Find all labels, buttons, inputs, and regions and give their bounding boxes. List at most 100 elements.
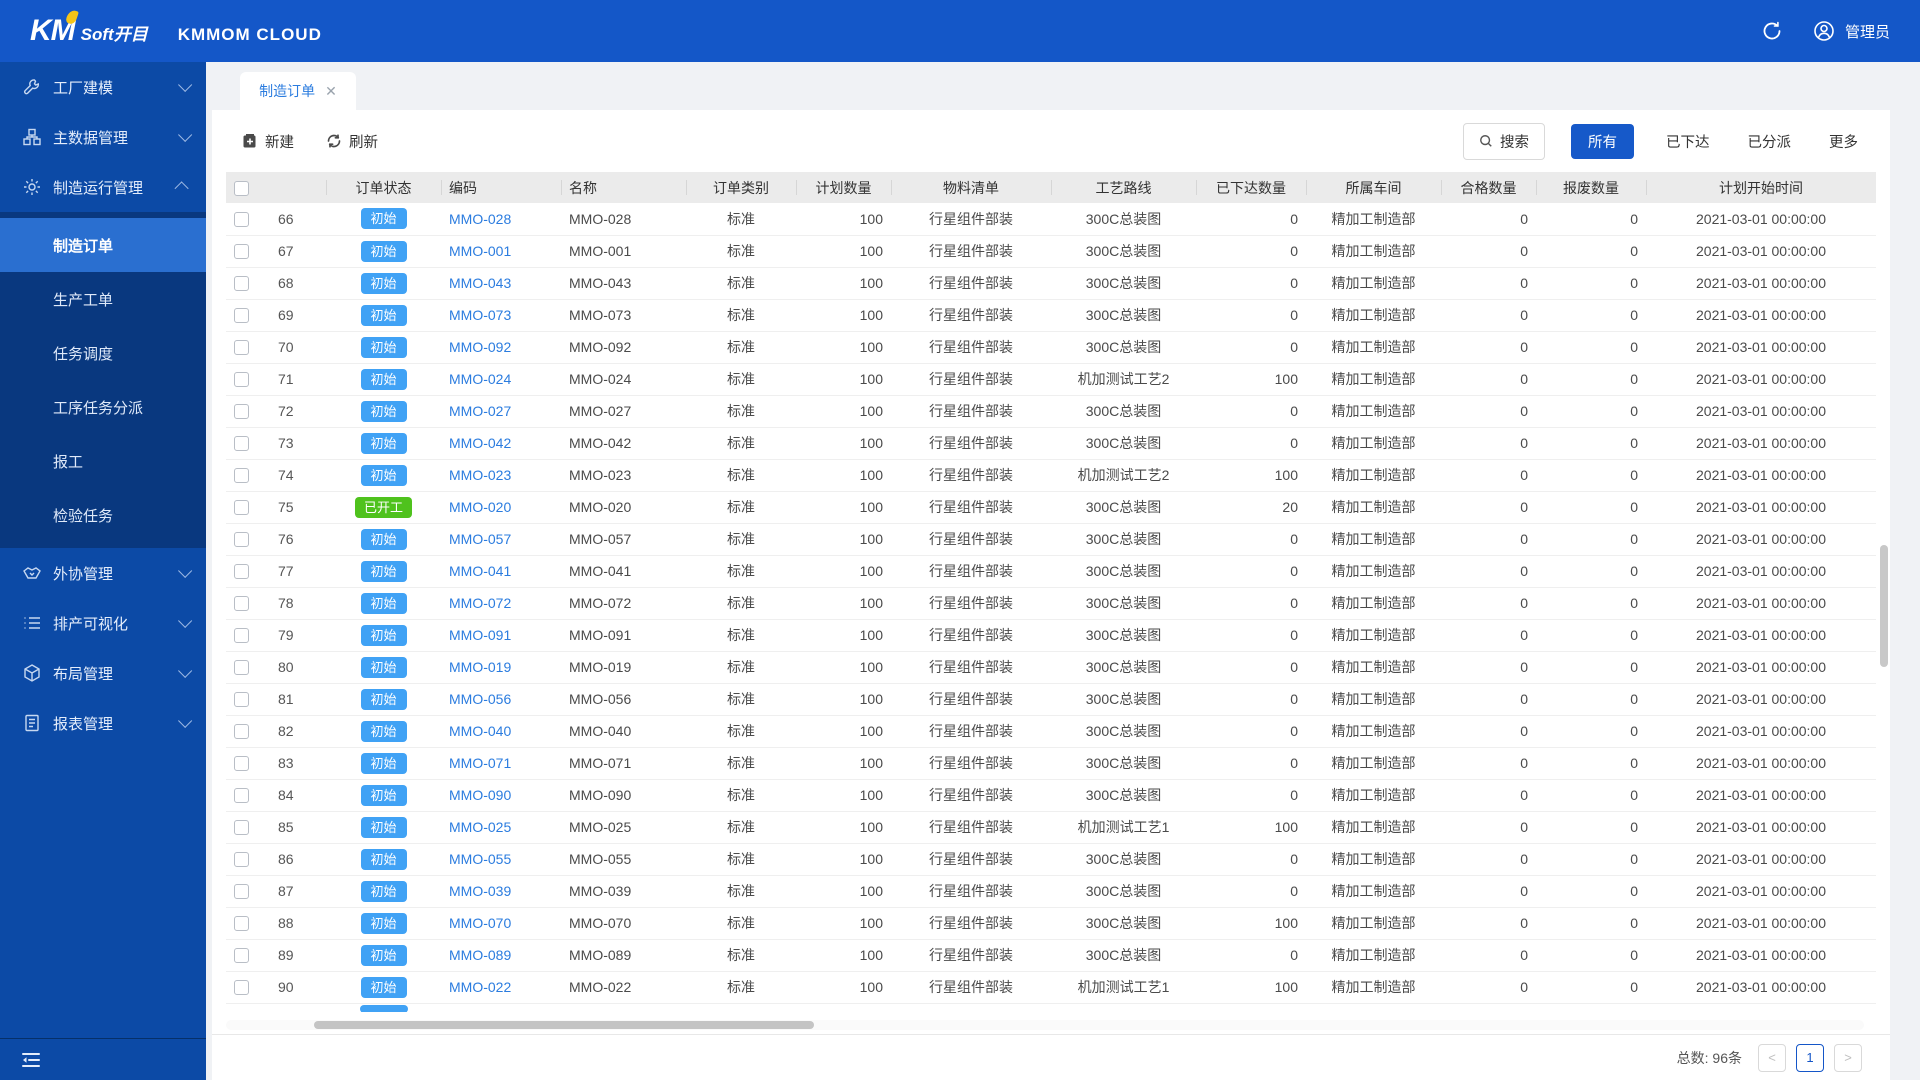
close-icon[interactable]: ✕ — [325, 83, 337, 100]
row-checkbox[interactable] — [234, 916, 249, 931]
search-button[interactable]: 搜索 — [1463, 123, 1545, 160]
order-code-link[interactable]: MMO-055 — [449, 851, 511, 867]
cell-start_time: 2021-03-01 00:00:00 — [1646, 587, 1876, 619]
cell-code: MMO-043 — [441, 267, 561, 299]
select-all-checkbox[interactable] — [234, 181, 249, 196]
row-checkbox[interactable] — [234, 276, 249, 291]
row-checkbox[interactable] — [234, 884, 249, 899]
next-page-button[interactable]: > — [1834, 1044, 1862, 1072]
order-code-link[interactable]: MMO-024 — [449, 371, 511, 387]
order-code-link[interactable]: MMO-056 — [449, 691, 511, 707]
column-header-bom: 物料清单 — [891, 172, 1051, 203]
cell-name: MMO-039 — [561, 875, 686, 907]
row-index: 84 — [270, 779, 326, 811]
sidebar-item-layout-mgmt[interactable]: 布局管理 — [0, 648, 206, 698]
row-checkbox[interactable] — [234, 244, 249, 259]
sidebar-item-factory-modeling[interactable]: 工厂建模 — [0, 62, 206, 112]
sidebar-subitem[interactable]: 生产工单 — [0, 272, 206, 326]
cell-plan_qty: 100 — [796, 619, 891, 651]
tab-manufacturing-orders[interactable]: 制造订单 ✕ — [240, 72, 356, 110]
status-badge: 初始 — [361, 433, 407, 454]
order-code-link[interactable]: MMO-073 — [449, 307, 511, 323]
cell-start_time: 2021-03-01 00:00:00 — [1646, 971, 1876, 1003]
order-code-link[interactable]: MMO-072 — [449, 595, 511, 611]
refresh-list-button[interactable]: 刷新 — [326, 131, 378, 152]
cell-code: MMO-089 — [441, 939, 561, 971]
row-checkbox[interactable] — [234, 980, 249, 995]
order-code-link[interactable]: MMO-071 — [449, 755, 511, 771]
cell-name: MMO-043 — [561, 267, 686, 299]
row-checkbox[interactable] — [234, 340, 249, 355]
cell-name: MMO-020 — [561, 491, 686, 523]
row-checkbox[interactable] — [234, 436, 249, 451]
row-checkbox[interactable] — [234, 660, 249, 675]
row-checkbox[interactable] — [234, 404, 249, 419]
row-checkbox[interactable] — [234, 756, 249, 771]
sidebar-subitem[interactable]: 制造订单 — [0, 218, 206, 272]
sidebar-subitem[interactable]: 报工 — [0, 434, 206, 488]
sidebar-subitem[interactable]: 任务调度 — [0, 326, 206, 380]
row-checkbox[interactable] — [234, 372, 249, 387]
row-checkbox[interactable] — [234, 948, 249, 963]
cell-status: 初始 — [326, 715, 441, 747]
sidebar-item-outsourcing[interactable]: 外协管理 — [0, 548, 206, 598]
status-badge: 初始 — [361, 753, 407, 774]
row-checkbox[interactable] — [234, 468, 249, 483]
order-code-link[interactable]: MMO-091 — [449, 627, 511, 643]
row-checkbox[interactable] — [234, 596, 249, 611]
prev-page-button[interactable]: < — [1758, 1044, 1786, 1072]
row-checkbox[interactable] — [234, 212, 249, 227]
sidebar-item-master-data[interactable]: 主数据管理 — [0, 112, 206, 162]
order-code-link[interactable]: MMO-001 — [449, 243, 511, 259]
cell-type: 标准 — [686, 619, 796, 651]
filter-button[interactable]: 已分派 — [1742, 124, 1798, 159]
row-index: 76 — [270, 523, 326, 555]
row-checkbox[interactable] — [234, 820, 249, 835]
current-page-button[interactable]: 1 — [1796, 1044, 1824, 1072]
vertical-scrollbar-thumb[interactable] — [1880, 545, 1888, 666]
row-checkbox[interactable] — [234, 628, 249, 643]
order-code-link[interactable]: MMO-019 — [449, 659, 511, 675]
cell-route: 300C总装图 — [1051, 843, 1196, 875]
cell-start_time: 2021-03-01 00:00:00 — [1646, 843, 1876, 875]
order-code-link[interactable]: MMO-025 — [449, 819, 511, 835]
order-code-link[interactable]: MMO-089 — [449, 947, 511, 963]
row-checkbox[interactable] — [234, 532, 249, 547]
order-code-link[interactable]: MMO-092 — [449, 339, 511, 355]
order-code-link[interactable]: MMO-043 — [449, 275, 511, 291]
row-checkbox[interactable] — [234, 724, 249, 739]
order-code-link[interactable]: MMO-022 — [449, 979, 511, 995]
column-header-qualified_qty: 合格数量 — [1441, 172, 1536, 203]
sidebar-item-manufacturing-ops[interactable]: 制造运行管理 — [0, 162, 206, 212]
order-code-link[interactable]: MMO-028 — [449, 211, 511, 227]
row-checkbox[interactable] — [234, 852, 249, 867]
order-code-link[interactable]: MMO-057 — [449, 531, 511, 547]
refresh-icon[interactable] — [1761, 20, 1783, 42]
sidebar-item-scheduling-visual[interactable]: 排产可视化 — [0, 598, 206, 648]
sidebar-subitem[interactable]: 检验任务 — [0, 488, 206, 542]
order-code-link[interactable]: MMO-041 — [449, 563, 511, 579]
order-code-link[interactable]: MMO-039 — [449, 883, 511, 899]
order-code-link[interactable]: MMO-070 — [449, 915, 511, 931]
order-code-link[interactable]: MMO-020 — [449, 499, 511, 515]
row-checkbox[interactable] — [234, 788, 249, 803]
user-menu[interactable]: 管理员 — [1813, 20, 1890, 42]
menu-fold-icon[interactable] — [20, 1049, 42, 1071]
order-code-link[interactable]: MMO-090 — [449, 787, 511, 803]
row-checkbox[interactable] — [234, 692, 249, 707]
sidebar-item-report-mgmt[interactable]: 报表管理 — [0, 698, 206, 748]
sidebar-subitem[interactable]: 工序任务分派 — [0, 380, 206, 434]
order-code-link[interactable]: MMO-040 — [449, 723, 511, 739]
filter-button[interactable]: 已下达 — [1660, 124, 1716, 159]
filter-button[interactable]: 更多 — [1823, 124, 1864, 159]
filter-button[interactable]: 所有 — [1571, 124, 1634, 159]
row-checkbox[interactable] — [234, 564, 249, 579]
row-checkbox[interactable] — [234, 500, 249, 515]
order-code-link[interactable]: MMO-027 — [449, 403, 511, 419]
status-badge: 初始 — [361, 881, 407, 902]
row-checkbox[interactable] — [234, 308, 249, 323]
order-code-link[interactable]: MMO-023 — [449, 467, 511, 483]
order-code-link[interactable]: MMO-042 — [449, 435, 511, 451]
new-button[interactable]: 新建 — [242, 131, 294, 152]
horizontal-scrollbar-thumb[interactable] — [314, 1021, 814, 1029]
